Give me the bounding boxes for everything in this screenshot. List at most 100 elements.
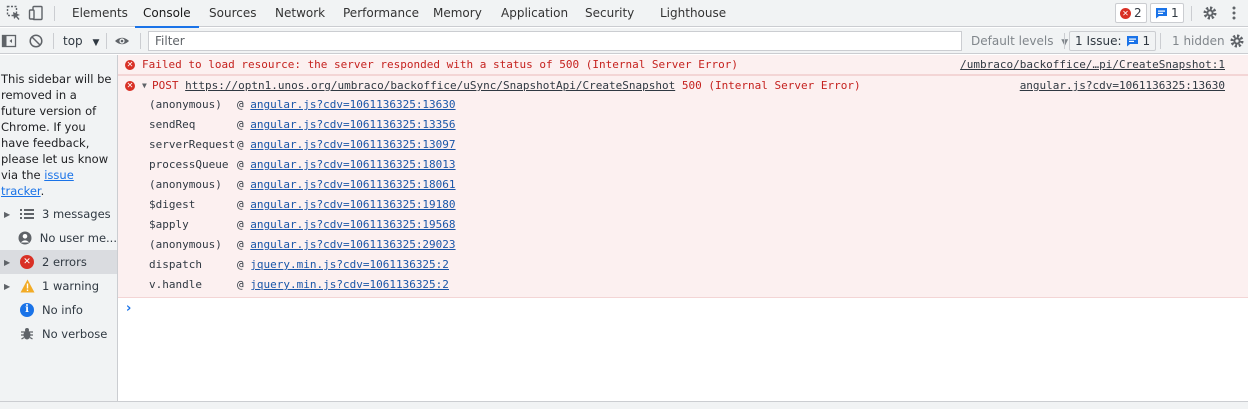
console-settings-gear-icon[interactable] [1229,33,1245,49]
error-icon: ✕ [125,81,135,91]
sidebar-item-label: No user me... [39,231,117,245]
issues-button[interactable]: 1 Issue: 1 [1069,31,1157,51]
console-input[interactable] [140,299,1240,319]
expand-arrow-icon[interactable]: ▶ [4,210,14,219]
message-count-badge[interactable]: 1 [1150,3,1184,23]
stack-function-name: v.handle [149,278,202,291]
expand-arrow-icon[interactable]: ▶ [4,282,14,291]
tab-console[interactable]: Console [135,0,199,28]
sidebar-item-warnings[interactable]: ▶ 1 warning [0,274,117,298]
tab-network[interactable]: Network [275,0,325,27]
stack-at: @ [237,178,244,191]
context-selector[interactable]: top ▼ [63,28,99,54]
sidebar-item-label: No info [42,303,83,317]
expand-triangle-icon[interactable]: ▼ [142,76,147,96]
stack-frame: (anonymous) @ angular.js?cdv=1061136325:1… [149,95,456,115]
stack-at: @ [237,118,244,131]
sidebar-item-label: 3 messages [42,207,111,221]
settings-gear-icon[interactable] [1202,5,1218,21]
stack-link[interactable]: angular.js?cdv=1061136325:18061 [250,178,455,191]
stack-function-name: $apply [149,218,189,231]
stack-frame: sendReq @ angular.js?cdv=1061136325:13356 [149,115,456,135]
stack-function-name: dispatch [149,258,202,271]
stack-link[interactable]: angular.js?cdv=1061136325:13630 [250,98,455,111]
sidebar-item-label: 1 warning [42,279,100,293]
sidebar-item-verbose[interactable]: No verbose [0,322,117,346]
log-levels-dropdown[interactable]: Default levels ▼ [971,28,1068,54]
sidebar-item-user-messages[interactable]: No user me... [0,226,117,250]
toolbar-divider [1160,33,1161,49]
filter-input[interactable] [148,31,962,51]
stack-link[interactable]: jquery.min.js?cdv=1061136325:2 [250,278,449,291]
sidebar-item-info[interactable]: i No info [0,298,117,322]
request-url-link[interactable]: https://optn1.unos.org/umbraco/backoffic… [185,79,675,92]
device-toolbar-icon[interactable] [28,5,44,21]
toolbar-divider [1064,33,1065,49]
stack-at: @ [237,138,244,151]
hidden-count: 1 hidden [1172,34,1225,48]
stack-at: @ [237,238,244,251]
inspect-element-icon[interactable] [6,5,22,21]
error-count: 2 [1134,6,1142,20]
request-status: 500 (Internal Server Error) [681,79,861,92]
stack-link[interactable]: angular.js?cdv=1061136325:18013 [250,158,455,171]
tab-memory[interactable]: Memory [433,0,482,27]
tab-sources[interactable]: Sources [209,0,256,27]
stack-at: @ [237,218,244,231]
error-message-text: Failed to load resource: the server resp… [142,58,739,71]
stack-function-name: (anonymous) [149,238,222,251]
stack-link[interactable]: jquery.min.js?cdv=1061136325:2 [250,258,449,271]
stack-link[interactable]: angular.js?cdv=1061136325:13356 [250,118,455,131]
stack-link[interactable]: angular.js?cdv=1061136325:19180 [250,198,455,211]
stack-at: @ [237,158,244,171]
stack-frame: serverRequest @ angular.js?cdv=1061136325… [149,135,456,155]
error-source-link[interactable]: /umbraco/backoffice/…pi/CreateSnapshot:1 [960,55,1225,75]
stack-at: @ [237,278,244,291]
console-output: ✕ Failed to load resource: the server re… [118,55,1248,409]
clear-console-icon[interactable] [28,33,44,49]
sidebar-item-messages[interactable]: ▶ 3 messages [0,202,117,226]
warning-icon [18,278,36,294]
stack-at: @ [237,258,244,271]
error-icon: ✕ [1120,7,1131,19]
tab-performance[interactable]: Performance [343,0,419,27]
stack-frame: $digest @ angular.js?cdv=1061136325:19180 [149,195,456,215]
error-icon: ✕ [125,60,135,70]
stack-link[interactable]: angular.js?cdv=1061136325:13097 [250,138,455,151]
stack-function-name: sendReq [149,118,196,131]
toolbar-divider [53,33,54,49]
stack-function-name: $digest [149,198,196,211]
sidebar-toggle-icon[interactable] [1,33,17,49]
sidebar-item-label: 2 errors [42,255,87,269]
error-source-link[interactable]: angular.js?cdv=1061136325:13630 [1020,76,1225,96]
stack-link[interactable]: angular.js?cdv=1061136325:29023 [250,238,455,251]
sidebar-note-text: This sidebar will be removed in a future… [1,72,112,182]
stack-frame: (anonymous) @ angular.js?cdv=1061136325:1… [149,175,456,195]
more-options-icon[interactable] [1226,5,1242,21]
stack-link[interactable]: angular.js?cdv=1061136325:19568 [250,218,455,231]
tab-lighthouse[interactable]: Lighthouse [660,0,726,27]
console-prompt-chevron-icon[interactable]: › [126,301,131,316]
live-expression-eye-icon[interactable] [114,33,130,49]
stack-at: @ [237,98,244,111]
tab-security[interactable]: Security [585,0,634,27]
sidebar-item-label: No verbose [42,327,108,341]
sidebar-item-errors[interactable]: ▶ ✕ 2 errors [0,250,117,274]
stack-frame: dispatch @ jquery.min.js?cdv=1061136325:2 [149,255,449,275]
stack-at: @ [237,198,244,211]
tab-elements[interactable]: Elements [72,0,128,27]
request-method: POST [152,79,179,92]
expand-arrow-icon[interactable]: ▶ [4,258,14,267]
user-icon [17,230,34,246]
stack-frame: $apply @ angular.js?cdv=1061136325:19568 [149,215,456,235]
tab-application[interactable]: Application [501,0,568,27]
message-icon [1156,8,1167,19]
info-icon: i [18,302,36,318]
console-toolbar: top ▼ Default levels ▼ 1 Issue: 1 1 hidd… [0,28,1248,54]
stack-frame: (anonymous) @ angular.js?cdv=1061136325:2… [149,235,456,255]
toolbar-divider [140,33,141,49]
error-post-line: POST https://optn1.unos.org/umbraco/back… [152,76,861,96]
error-count-badge[interactable]: ✕ 2 [1115,3,1147,23]
console-sidebar: This sidebar will be removed in a future… [0,55,118,409]
devtools-tabbar: Elements Console Sources Network Perform… [0,0,1248,28]
